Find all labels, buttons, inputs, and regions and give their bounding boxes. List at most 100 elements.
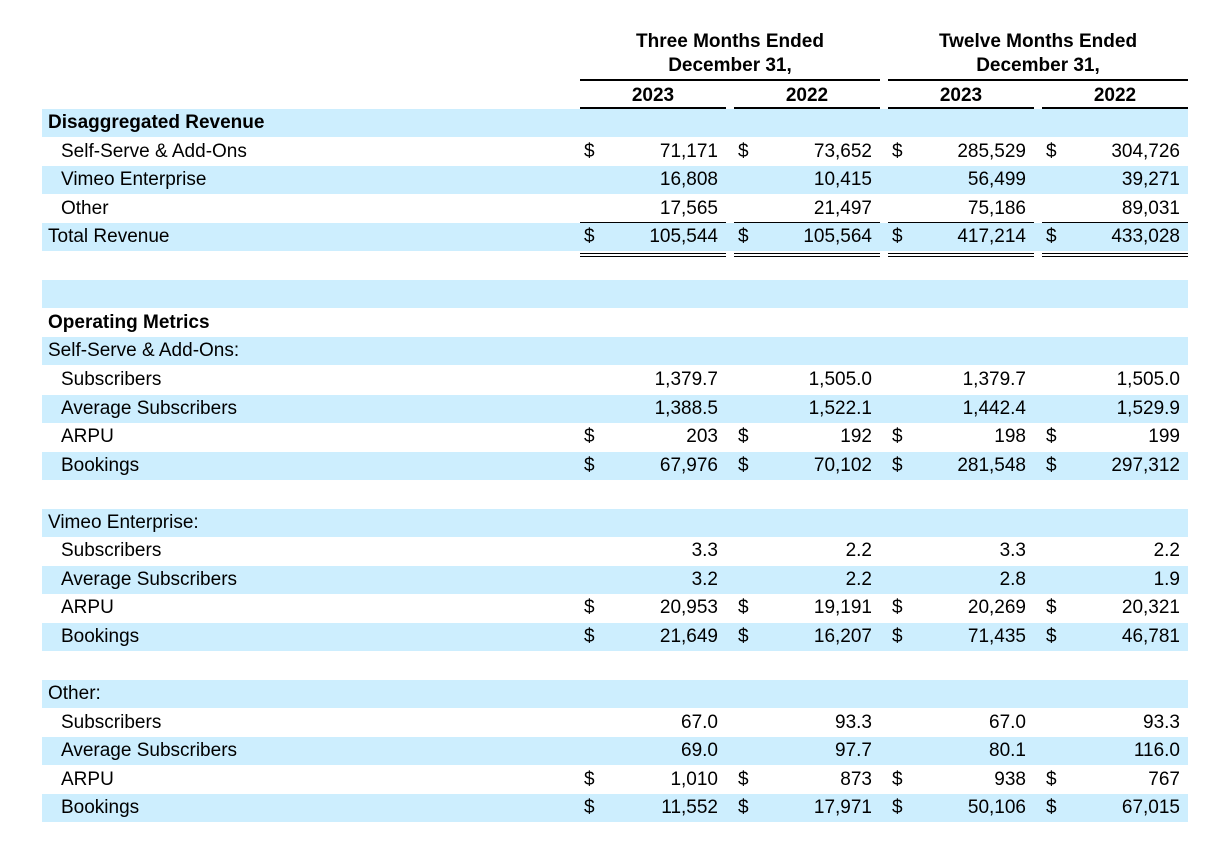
total-single-rule [734,222,880,224]
value-cell: 67,015 [1121,797,1180,819]
table-row: Average Subscribers 69.0 97.7 80.1 116.0 [42,737,1188,766]
value-cell: 433,028 [1111,226,1180,248]
total-single-rule [580,222,726,224]
value-cell: 80.1 [989,740,1026,762]
value-cell: 56,499 [967,169,1026,191]
value-cell: 1.9 [1153,568,1180,590]
value-cell: 285,529 [957,140,1026,162]
value-cell: 1,379.7 [962,368,1026,390]
row-label: ARPU [61,597,114,619]
table-row: Bookings $21,649 $16,207 $71,435 $46,781 [42,622,1188,651]
value-cell: 11,552 [661,797,718,819]
value-cell: 417,214 [957,226,1026,248]
value-cell: 1,505.0 [1116,368,1180,390]
table-row: Self-Serve & Add-Ons: [42,337,1188,366]
table-row: Bookings $11,552 $17,971 $50,106 $67,015 [42,794,1188,823]
year-underline [888,107,1034,109]
total-double-rule [580,252,726,254]
spacer-row [42,280,1188,309]
row-label: Vimeo Enterprise [61,169,207,191]
row-label: Average Subscribers [61,740,238,762]
table-row: Average Subscribers 3.2 2.2 2.8 1.9 [42,565,1188,594]
total-double-rule [580,255,726,257]
value-cell: 1,529.9 [1116,397,1180,419]
value-cell: 1,010 [670,768,718,790]
value-cell: 1,442.4 [962,397,1026,419]
year-header: 2022 [785,85,829,106]
row-label: ARPU [61,426,114,448]
row-label: Vimeo Enterprise: [48,511,199,533]
value-cell: 2.2 [845,568,872,590]
value-cell: 203 [686,426,718,448]
value-cell: 71,435 [967,625,1026,647]
table-row: Average Subscribers 1,388.5 1,522.1 1,442.4… [42,394,1188,423]
table-row: Self-Serve & Add-Ons $71,171 $73,652 $285,5… [42,138,1188,166]
year-header: 2023 [631,85,675,106]
row-label: Disaggregated Revenue [48,112,265,133]
twelve-months-header-line2: December 31, [976,55,1100,76]
three-months-header-line2: December 31, [668,55,792,76]
row-label: Total Revenue [48,226,170,248]
total-double-rule [888,252,1034,254]
value-cell: 199 [1148,426,1180,448]
table-row: ARPU $20,953 $19,191 $20,269 $20,321 [42,594,1188,622]
value-cell: 17,971 [813,797,872,819]
year-underline [580,107,726,109]
total-double-rule [888,255,1034,257]
year-header: 2022 [1093,85,1137,106]
value-cell: 19,191 [813,597,872,619]
value-cell: 3.3 [691,540,718,562]
value-cell: 71,171 [659,140,718,162]
value-cell: 281,548 [957,454,1026,476]
row-label: Average Subscribers [61,568,238,590]
value-cell: 10,415 [813,169,872,191]
value-cell: 297,312 [1111,454,1180,476]
table-row: Total Revenue $105,544 $105,564 $417,214 $43… [42,223,1188,252]
value-cell: 873 [840,768,872,790]
value-cell: 16,808 [659,169,718,191]
table-row: Vimeo Enterprise 16,808 10,415 56,499 39,271 [42,166,1188,195]
value-cell: 39,271 [1121,169,1180,191]
row-label: Operating Metrics [48,311,210,333]
value-cell: 93.3 [1143,711,1180,733]
row-label: Other: [48,683,101,704]
value-cell: 192 [840,426,872,448]
row-label: Other [61,197,109,219]
value-cell: 50,106 [967,797,1026,819]
value-cell: 93.3 [835,711,872,733]
value-cell: 304,726 [1111,140,1180,162]
section-header-row: Disaggregated Revenue [42,109,1188,137]
total-double-rule [1042,255,1188,257]
row-label: Bookings [61,454,140,476]
year-header: 2023 [939,85,983,106]
value-cell: 767 [1148,768,1180,790]
value-cell: 938 [994,768,1026,790]
value-cell: 21,497 [813,197,872,219]
value-cell: 116.0 [1133,740,1180,762]
table-row: Subscribers 1,379.7 1,505.0 1,379.7 1,505.0 [42,366,1188,394]
table-row: Other 17,565 21,497 75,186 89,031 [42,195,1188,223]
year-underline [734,107,880,109]
table-row: Other: [42,680,1188,708]
value-cell: 3.2 [691,568,718,590]
total-single-rule [1042,222,1188,224]
value-cell: 2.2 [845,540,872,562]
value-cell: 1,505.0 [808,368,872,390]
value-cell: 105,564 [803,226,872,248]
value-cell: 69.0 [681,740,718,762]
total-double-rule [734,252,880,254]
row-label: Bookings [61,797,140,819]
value-cell: 67.0 [681,711,718,733]
value-cell: 2.2 [1153,540,1180,562]
row-label: ARPU [61,768,114,790]
value-cell: 17,565 [659,197,718,219]
table-row: Subscribers 3.3 2.2 3.3 2.2 [42,537,1188,565]
three-months-underline [580,79,880,81]
value-cell: 1,388.5 [654,397,718,419]
row-label: Subscribers [61,711,162,733]
row-label: Bookings [61,625,140,647]
section-header-row: Operating Metrics [42,309,1188,337]
row-label: Subscribers [61,368,162,390]
value-cell: 67,976 [659,454,718,476]
value-cell: 3.3 [999,540,1026,562]
